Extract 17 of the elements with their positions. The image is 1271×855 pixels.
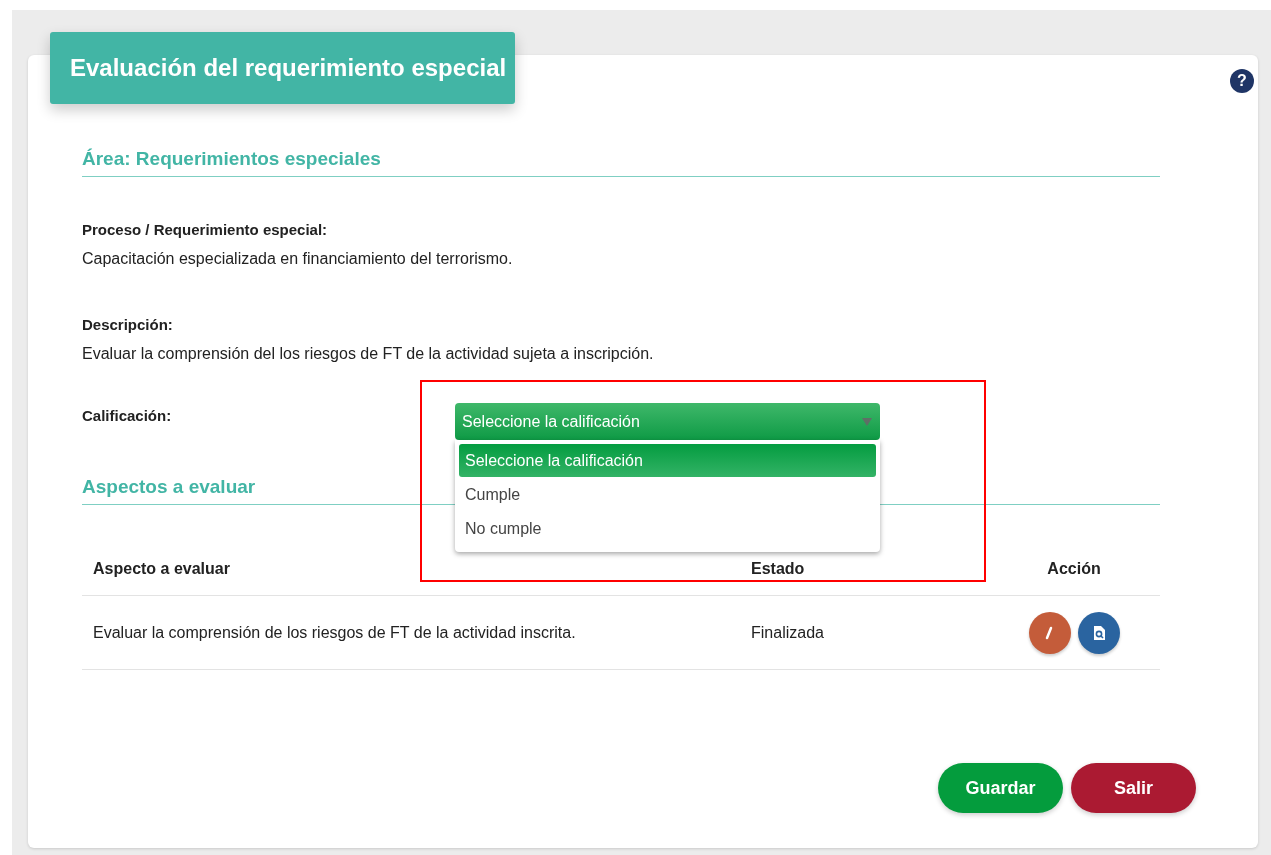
table-cell: Finalizada [740,595,988,670]
save-button[interactable]: Guardar [938,763,1063,813]
field-label: Descripción: [82,316,174,333]
section-heading: Área: Requerimientos especiales [82,148,381,171]
section-heading: Aspectos a evaluar [82,476,256,499]
page-title: Evaluación del requerimiento especial [50,32,515,104]
field-value: Capacitación especializada en financiamiento del terrorismo. [82,250,514,268]
table-cell: Evaluar la comprensión de los riesgos de FT de la actividad inscrita. [82,595,740,670]
column-header: Acción [988,543,1160,596]
exit-button[interactable]: Salir [1071,763,1196,813]
caret-icon [862,417,872,426]
field-label: Proceso / Requerimiento especial: [82,221,329,238]
dropdown-option[interactable]: Cumple [459,478,876,511]
column-header: Aspecto a evaluar [82,543,740,596]
dropdown-option[interactable]: No cumple [459,512,876,545]
field-label: Calificación: [82,406,173,424]
field-value: Evaluar la comprensión del los riesgos de FT de la actividad sujeta a inscripción. [82,345,655,363]
